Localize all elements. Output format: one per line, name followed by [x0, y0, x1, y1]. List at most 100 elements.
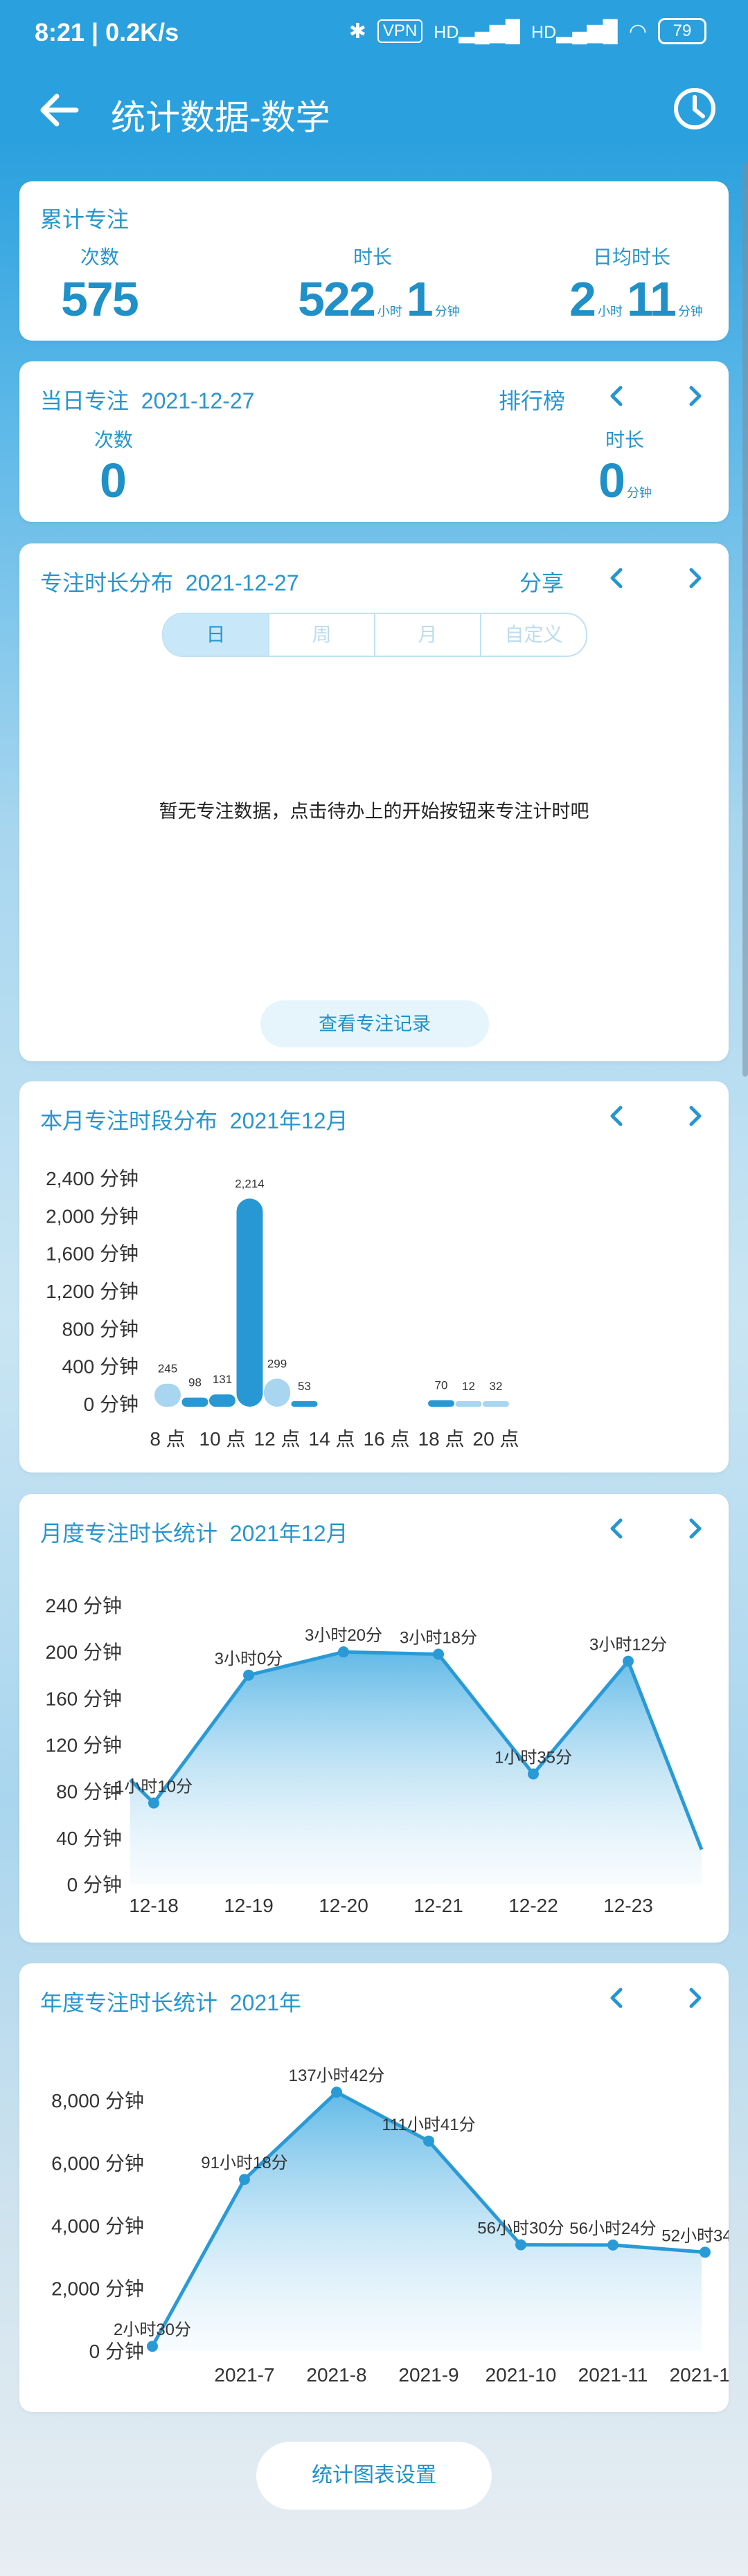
duration-value: 0 分钟 [598, 453, 652, 507]
x-tick-label: 20 点 [473, 1428, 519, 1450]
tab-month[interactable]: 月 [375, 614, 481, 656]
y-tick-label: 800 分钟 [62, 1318, 139, 1340]
app-bar: 统计数据-数学 [0, 69, 748, 152]
point-data-label: 3小时18分 [400, 1629, 477, 1648]
bar-data-label: 70 [435, 1378, 448, 1391]
status-icons: ✱ VPN HD▂▄▆█ HD▂▄▆█ ◠ 79 [349, 18, 706, 44]
signal-icon-2: HD▂▄▆█ [531, 19, 618, 43]
chevron-right-icon[interactable] [682, 564, 709, 592]
duration-label: 时长 [605, 429, 645, 451]
vpn-icon: VPN [377, 19, 423, 43]
card-title: 当日专注 2021-12-27 [40, 388, 255, 413]
y-tick-label: 2,000 分钟 [46, 1205, 139, 1227]
history-clock-icon[interactable] [670, 84, 719, 133]
x-tick-label: 2021-10 [486, 2364, 557, 2386]
y-tick-label: 0 分钟 [67, 1874, 122, 1895]
data-point [239, 2174, 250, 2186]
hourly-bar-chart: 2,400 分钟 2,000 分钟 1,600 分钟 1,200 分钟 800 分钟 40… [46, 1168, 519, 1450]
x-tick-label: 12-21 [413, 1895, 463, 1916]
x-tick-label: 12-23 [603, 1895, 653, 1916]
x-tick-label: 10 点 [199, 1428, 246, 1450]
x-tick-label: 12-20 [319, 1895, 368, 1916]
bar-data-label: 98 [188, 1376, 202, 1389]
today-focus-card: 当日专注 2021-12-27 排行榜 次数 0 时长 0 分钟 [19, 361, 729, 522]
chevron-left-icon[interactable] [603, 382, 630, 410]
empty-message: 暂无专注数据，点击待办上的开始按钮来专注计时吧 [159, 801, 589, 822]
point-data-label: 3小时12分 [589, 1636, 667, 1655]
area-fill [130, 1652, 702, 1884]
y-tick-label: 120 分钟 [46, 1735, 123, 1756]
cumulative-focus-card: 累计专注 次数 575 时长 522 小时1 分钟 日均时长 2 小时11 分钟 [19, 181, 729, 341]
data-point [607, 2239, 618, 2251]
data-point [338, 1646, 349, 1658]
data-point [515, 2239, 526, 2251]
bar-data-label: 53 [298, 1380, 311, 1393]
x-tick-label: 2021-11 [578, 2364, 648, 2386]
bar [455, 1401, 482, 1407]
y-tick-label: 0 分钟 [84, 1394, 139, 1415]
bar [291, 1401, 318, 1407]
period-segmented-control: 日 周 月 自定义 [162, 613, 587, 657]
x-tick-label: 2021-9 [398, 2364, 458, 2386]
yearly-area-chart: 8,000 分钟 6,000 分钟 4,000 分钟 2,000 分钟 0 分钟 2小时3… [51, 2066, 729, 2386]
view-records-button[interactable]: 查看专注记录 [260, 1000, 489, 1047]
tab-day[interactable]: 日 [163, 614, 269, 656]
x-tick-label: 8 点 [150, 1428, 185, 1450]
x-tick-label: 16 点 [364, 1428, 410, 1450]
bar-data-label: 245 [158, 1362, 177, 1376]
card-title: 专注时长分布 2021-12-27 [40, 570, 299, 595]
monthly-area-chart: 240 分钟 200 分钟 160 分钟 120 分钟 80 分钟 40 分钟 0 分钟 1小… [46, 1595, 704, 1916]
y-tick-label: 1,200 分钟 [46, 1281, 139, 1302]
x-tick-label: 18 点 [418, 1428, 465, 1450]
point-data-label: 111小时41分 [382, 2116, 475, 2134]
x-tick-label: 12-22 [508, 1895, 558, 1916]
yearly-stats-card: 年度专注时长统计 2021年 8,000 分钟 6,000 分钟 4,000 分钟 2… [19, 1963, 729, 2412]
x-tick-label: 12-19 [224, 1895, 274, 1916]
y-tick-label: 0 分钟 [89, 2341, 144, 2362]
bar-data-label: 131 [213, 1373, 232, 1386]
chevron-right-icon[interactable] [682, 382, 709, 410]
count-value: 575 [61, 272, 139, 326]
point-data-label: 137小时42分 [289, 2066, 385, 2085]
y-tick-label: 200 分钟 [46, 1641, 123, 1663]
share-link[interactable]: 分享 [519, 566, 564, 597]
y-tick-label: 400 分钟 [62, 1356, 139, 1378]
x-tick-label: 14 点 [309, 1428, 355, 1450]
data-point [623, 1655, 634, 1667]
signal-icon: HD▂▄▆█ [434, 19, 521, 43]
back-arrow-icon[interactable] [35, 86, 83, 134]
point-data-label: 1小时10分 [115, 1777, 193, 1796]
point-data-label: 91小时18分 [201, 2154, 287, 2172]
count-label: 次数 [80, 246, 120, 268]
bar [483, 1401, 509, 1407]
distribution-date: 2021-12-27 [185, 570, 299, 595]
monthly-stats-card: 月度专注时长统计 2021年12月 240 分钟 200 分钟 160 分钟 120 … [19, 1494, 729, 1943]
data-point [528, 1768, 539, 1780]
x-tick-label: 2021-12 [670, 2364, 729, 2386]
data-point [700, 2246, 711, 2258]
chart-settings-button[interactable]: 统计图表设置 [256, 2442, 492, 2510]
y-tick-label: 4,000 分钟 [51, 2215, 144, 2237]
y-tick-label: 240 分钟 [46, 1595, 123, 1616]
scrollbar[interactable] [742, 163, 748, 1077]
point-data-label: 3小时20分 [305, 1626, 382, 1645]
bluetooth-icon: ✱ [348, 19, 366, 43]
ranking-link[interactable]: 排行榜 [499, 384, 565, 415]
tab-custom[interactable]: 自定义 [481, 614, 586, 656]
duration-label: 时长 [353, 246, 393, 268]
battery-icon: 79 [658, 18, 706, 44]
bar-data-label: 32 [490, 1380, 503, 1393]
count-value: 0 [100, 453, 127, 507]
y-tick-label: 2,000 分钟 [51, 2278, 144, 2300]
y-tick-label: 80 分钟 [56, 1781, 122, 1803]
focus-distribution-card: 专注时长分布 2021-12-27 分享 日 周 月 自定义 暂无专注数据，点击… [19, 543, 729, 1061]
today-date: 2021-12-27 [141, 388, 255, 413]
hourly-distribution-card: 本月专注时段分布 2021年12月 2,400 分钟 2,000 分钟 1,600 … [19, 1081, 729, 1472]
y-tick-label: 6,000 分钟 [51, 2153, 144, 2174]
bar [236, 1198, 263, 1407]
data-point [147, 2341, 158, 2352]
tab-week[interactable]: 周 [269, 614, 375, 656]
chevron-left-icon[interactable] [603, 564, 630, 592]
point-data-label: 56小时24分 [569, 2219, 656, 2238]
y-tick-label: 2,400 分钟 [46, 1168, 139, 1189]
